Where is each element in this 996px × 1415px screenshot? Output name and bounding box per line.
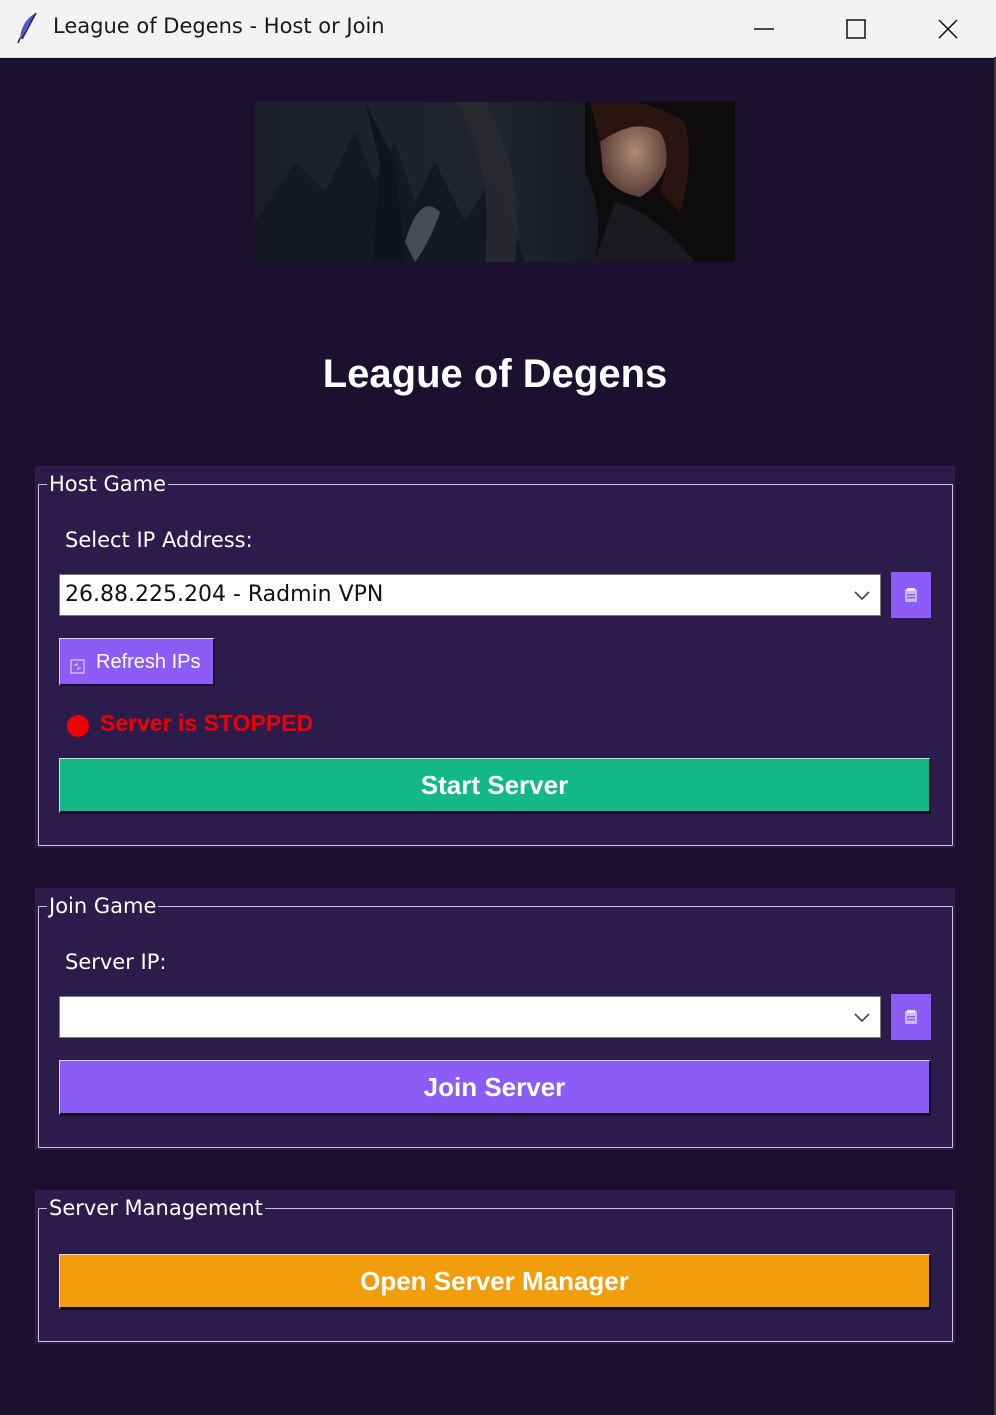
host-ip-value: 26.88.225.204 - Radmin VPN — [65, 582, 384, 607]
clipboard-icon — [905, 1010, 917, 1024]
server-ip-label: Server IP: — [65, 950, 167, 974]
minimize-icon — [754, 27, 774, 30]
maximize-button[interactable] — [810, 0, 902, 57]
banner-image — [255, 102, 735, 262]
refresh-icon — [70, 659, 85, 674]
chevron-down-icon[interactable] — [852, 1009, 872, 1027]
copy-host-ip-button[interactable] — [891, 572, 931, 618]
refresh-ips-label: Refresh IPs — [96, 651, 201, 673]
refresh-ips-button[interactable]: Refresh IPs — [59, 638, 215, 686]
maximize-icon — [846, 18, 866, 39]
clipboard-icon — [905, 588, 917, 602]
host-game-legend: Host Game — [47, 470, 169, 498]
paste-server-ip-button[interactable] — [891, 994, 931, 1040]
chevron-down-icon[interactable] — [852, 587, 872, 605]
join-game-legend: Join Game — [47, 892, 159, 920]
close-button[interactable] — [902, 0, 994, 57]
close-icon — [938, 18, 958, 39]
server-status: Server is STOPPED — [67, 710, 313, 737]
app-title: League of Degens — [322, 352, 668, 396]
server-ip-combobox[interactable] — [59, 996, 881, 1038]
join-server-button[interactable]: Join Server — [59, 1060, 931, 1116]
host-game-group: Host Game Select IP Address: 26.88.225.2… — [35, 466, 955, 848]
server-management-legend: Server Management — [47, 1194, 265, 1222]
start-server-button[interactable]: Start Server — [59, 758, 931, 814]
window-titlebar[interactable]: League of Degens - Host or Join — [0, 0, 996, 58]
server-management-group: Server Management Open Server Manager — [35, 1190, 955, 1344]
minimize-button[interactable] — [718, 0, 810, 57]
select-ip-label: Select IP Address: — [65, 528, 253, 552]
host-ip-select[interactable]: 26.88.225.204 - Radmin VPN — [59, 574, 881, 616]
join-game-group: Join Game Server IP: Join Server — [35, 888, 955, 1150]
server-status-text: Server is STOPPED — [100, 710, 314, 736]
status-indicator-icon — [67, 714, 89, 737]
window-title: League of Degens - Host or Join — [53, 14, 385, 38]
open-server-manager-button[interactable]: Open Server Manager — [59, 1254, 931, 1310]
feather-icon — [17, 12, 37, 44]
